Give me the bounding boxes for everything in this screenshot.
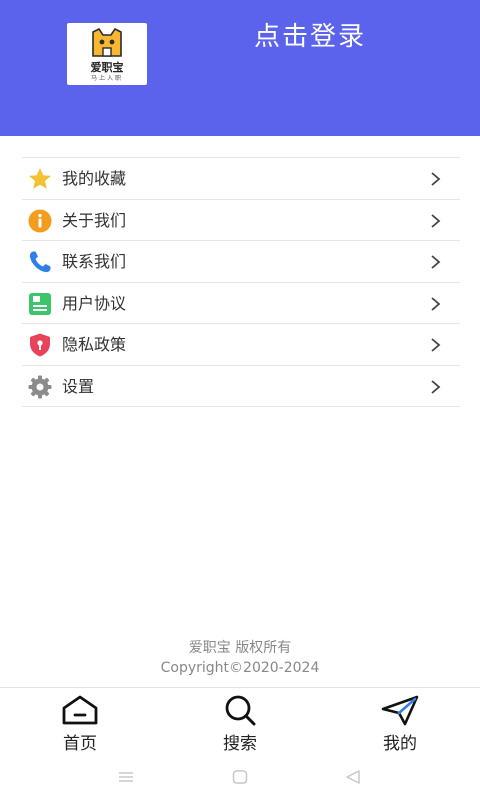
back-icon[interactable] xyxy=(344,769,362,785)
copyright-years: Copyright©2020-2024 xyxy=(160,660,320,676)
app-logo: 爱职宝 马上入职 xyxy=(67,23,147,85)
login-button[interactable]: 点击登录 xyxy=(200,16,420,53)
profile-header: 爱职宝 马上入职 点击登录 xyxy=(0,0,480,136)
menu-item-label: 隐私政策 xyxy=(62,335,127,354)
menu-item-contact[interactable]: 联系我们 xyxy=(22,241,460,283)
copyright-company: 爱职宝 版权所有 xyxy=(188,640,292,656)
info-icon xyxy=(28,209,52,232)
shield-icon xyxy=(30,333,50,357)
nav-mine-label: 我的 xyxy=(383,734,417,754)
menu-icon[interactable] xyxy=(117,769,135,785)
menu-item-label: 联系我们 xyxy=(62,252,127,271)
menu-item-label: 用户协议 xyxy=(62,293,127,313)
menu-item-about[interactable]: 关于我们 xyxy=(22,200,460,241)
send-icon xyxy=(381,695,419,726)
settings-menu: 我的收藏 关于我们 联系我们 用户协议 隐私政策 设置 xyxy=(22,157,460,407)
nav-home-label: 首页 xyxy=(63,734,97,754)
menu-item-label: 设置 xyxy=(62,376,95,396)
nav-search-label: 搜索 xyxy=(223,734,257,754)
system-nav-bar xyxy=(0,757,480,800)
menu-item-label: 我的收藏 xyxy=(62,169,127,188)
menu-item-privacy-policy[interactable]: 隐私政策 xyxy=(22,324,460,366)
nav-home[interactable]: 首页 xyxy=(0,688,160,758)
chevron-right-icon xyxy=(431,213,441,228)
cat-logo-icon xyxy=(92,28,122,57)
phone-icon xyxy=(29,251,51,273)
chevron-right-icon xyxy=(431,255,441,269)
chevron-right-icon xyxy=(431,338,441,352)
menu-item-label: 关于我们 xyxy=(62,210,127,230)
logo-slogan: 马上入职 xyxy=(90,75,123,82)
bottom-nav: 首页 搜索 我的 xyxy=(0,687,480,757)
menu-item-favorites[interactable]: 我的收藏 xyxy=(22,158,460,200)
menu-item-settings[interactable]: 设置 xyxy=(22,366,460,407)
document-icon xyxy=(29,292,51,315)
copyright-block: 爱职宝 版权所有 Copyright©2020-2024 xyxy=(0,638,480,678)
chevron-right-icon xyxy=(431,379,441,394)
search-icon xyxy=(225,695,256,726)
home-square-icon[interactable] xyxy=(231,769,249,785)
menu-item-user-agreement[interactable]: 用户协议 xyxy=(22,283,460,324)
nav-search[interactable]: 搜索 xyxy=(160,688,320,758)
profile-page: 爱职宝 马上入职 点击登录 我的收藏 关于我们 联系我们 用户协议 隐私政策 设… xyxy=(0,0,480,800)
chevron-right-icon xyxy=(431,172,441,186)
gear-icon xyxy=(28,375,52,398)
home-icon xyxy=(62,695,98,725)
star-icon xyxy=(29,168,51,189)
chevron-right-icon xyxy=(431,296,441,311)
nav-mine[interactable]: 我的 xyxy=(320,688,480,758)
